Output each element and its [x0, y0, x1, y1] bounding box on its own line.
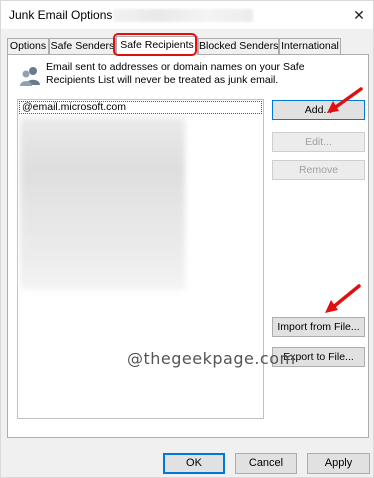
close-icon: ✕	[353, 6, 365, 23]
redacted-list-entries	[20, 118, 185, 290]
apply-button[interactable]: Apply	[307, 453, 370, 474]
info-text: Email sent to addresses or domain names …	[46, 61, 305, 86]
add-button[interactable]: Add...	[272, 100, 365, 120]
tab-safe-senders[interactable]: Safe Senders	[49, 38, 116, 54]
tab-international[interactable]: International	[279, 38, 341, 54]
tab-safe-recipients[interactable]: Safe Recipients	[116, 36, 198, 55]
title-bar: Junk Email Options - ✕	[1, 1, 373, 29]
remove-button[interactable]: Remove	[272, 160, 365, 180]
safe-recipients-panel: Email sent to addresses or domain names …	[7, 54, 369, 438]
tab-blocked-senders[interactable]: Blocked Senders	[198, 38, 279, 54]
list-item[interactable]: @email.microsoft.com	[19, 101, 262, 114]
import-from-file-button[interactable]: Import from File...	[272, 317, 365, 337]
cancel-button[interactable]: Cancel	[235, 453, 297, 474]
close-button[interactable]: ✕	[347, 4, 371, 26]
users-icon	[20, 67, 40, 86]
safe-recipients-list[interactable]: @email.microsoft.com	[17, 99, 264, 419]
junk-email-options-dialog: Junk Email Options - ✕ Options Safe Send…	[0, 0, 374, 478]
ok-button[interactable]: OK	[163, 453, 225, 474]
tab-options[interactable]: Options	[7, 38, 49, 54]
redacted-account-name	[113, 9, 253, 22]
window-title: Junk Email Options -	[9, 8, 120, 22]
watermark: @thegeekpage.com	[127, 349, 296, 368]
edit-button[interactable]: Edit...	[272, 132, 365, 152]
